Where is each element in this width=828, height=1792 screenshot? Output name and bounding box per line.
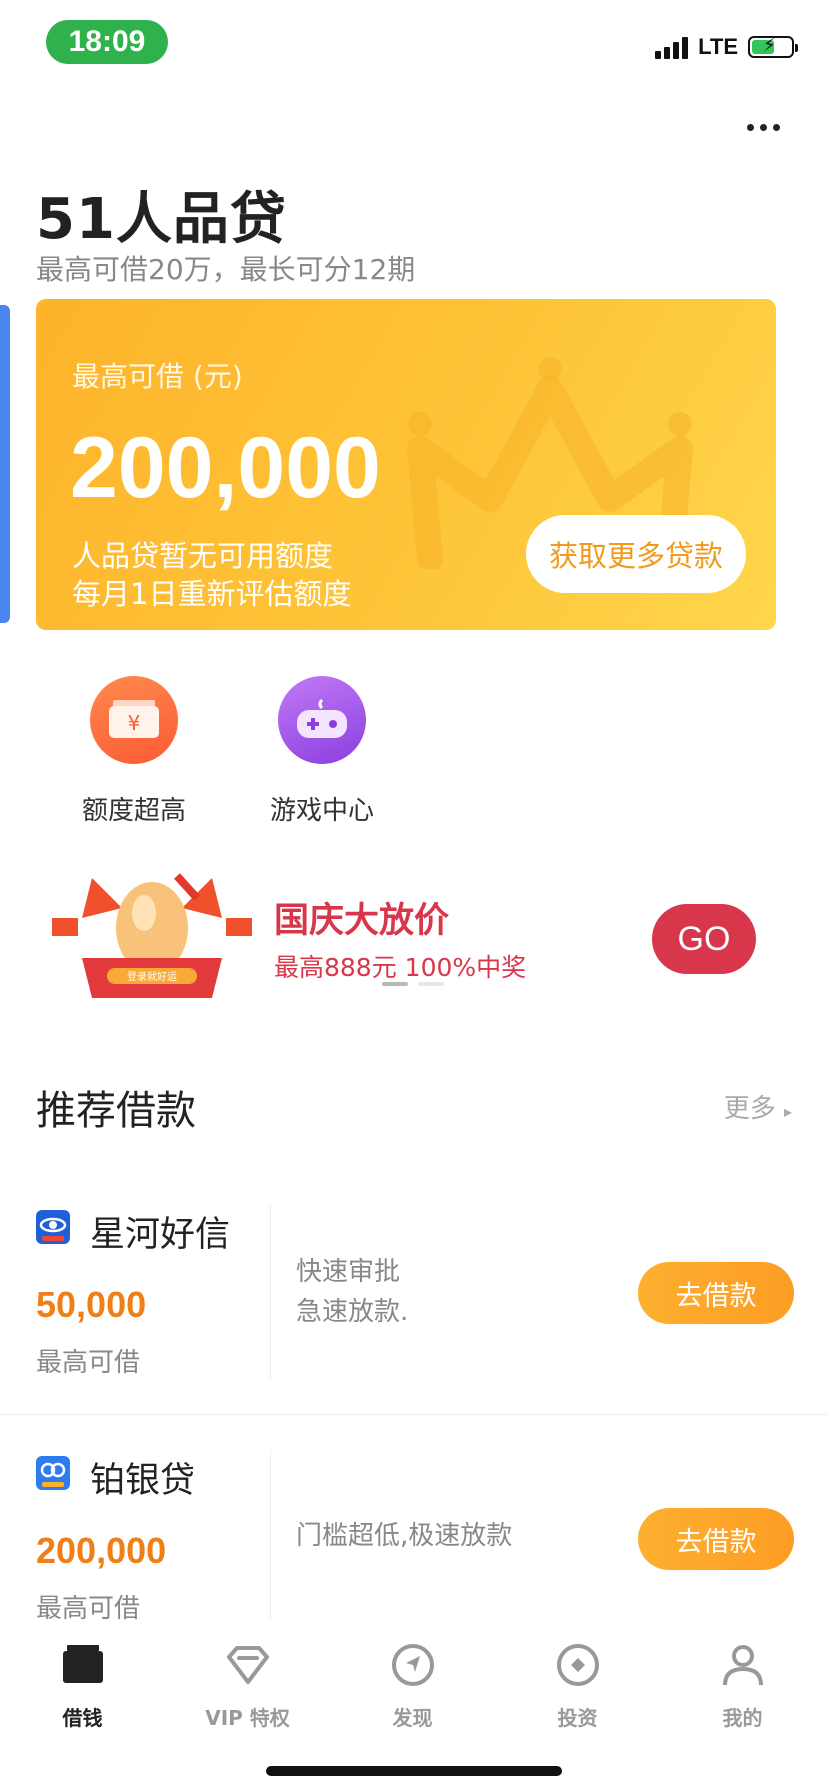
feature-label: 额度超高 [81, 796, 186, 826]
diamond-icon [165, 1640, 330, 1690]
tab-discover[interactable]: 发现 [330, 1640, 495, 1731]
loan-name: 星河好信 [90, 1215, 231, 1255]
loan-item[interactable]: 星河好信 50,000 最高可借 快速审批 急速放款. 去借款 [0, 1190, 828, 1408]
credit-limit-amount: 200,000 [70, 420, 381, 516]
loan-desc-line: 急速放款. [296, 1297, 409, 1327]
tab-label: 发现 [392, 1706, 433, 1730]
more-menu-icon[interactable] [747, 124, 780, 131]
loan-description: 快速审批 急速放款. [296, 1252, 408, 1332]
page-title: 51人品贷 [36, 187, 287, 252]
svg-text:¥: ¥ [128, 711, 141, 735]
promo-title: 国庆大放价 [274, 901, 450, 941]
cellular-signal-icon [655, 35, 689, 59]
borrow-button[interactable]: 去借款 [638, 1508, 794, 1570]
promo-go-button[interactable]: GO [652, 904, 756, 974]
credit-limit-label: 最高可借 (元) [72, 360, 243, 393]
side-edge-tab[interactable] [0, 305, 10, 623]
wallet-yen-icon: ¥ [90, 676, 178, 764]
network-type: LTE [698, 34, 738, 59]
tab-label: 投资 [557, 1706, 598, 1730]
battery-icon: ⚡ [748, 35, 798, 58]
loan-max-amount: 50,000 [36, 1284, 147, 1325]
xinghe-logo-icon [36, 1210, 70, 1244]
golden-egg-illustration: 登录就好运 [52, 868, 252, 1008]
boyin-logo-icon [36, 1456, 70, 1490]
loan-desc-line: 快速审批 [296, 1257, 401, 1287]
divider [270, 1204, 271, 1380]
section-title: 推荐借款 [36, 1088, 196, 1134]
tab-mine[interactable]: 我的 [660, 1640, 825, 1731]
more-link-label: 更多 [723, 1094, 776, 1124]
loan-item[interactable]: 铂银贷 200,000 最高可借 门槛超低,极速放款 去借款 [0, 1436, 828, 1624]
feature-label: 游戏中心 [269, 796, 374, 826]
tab-vip[interactable]: VIP 特权 [165, 1640, 330, 1731]
promo-subtitle: 最高888元 100%中奖 [274, 953, 527, 982]
feature-game-center[interactable]: 游戏中心 [232, 676, 412, 827]
credit-status-note: 人品贷暂无可用额度 [72, 539, 334, 573]
page-subtitle: 最高可借20万，最长可分12期 [36, 253, 416, 286]
divider [270, 1450, 271, 1620]
tab-label: 我的 [722, 1706, 763, 1730]
gamepad-icon [278, 676, 366, 764]
wallet-icon [0, 1640, 165, 1690]
borrow-button[interactable]: 去借款 [638, 1262, 794, 1324]
chevron-right-icon: ▸ [783, 1102, 792, 1121]
prize-label: 登录就好运 [127, 970, 177, 983]
home-indicator[interactable] [266, 1766, 562, 1776]
more-link[interactable]: 更多 ▸ [724, 1088, 792, 1125]
banner-page-indicator [382, 982, 444, 986]
user-icon [660, 1640, 825, 1690]
tab-label: VIP 特权 [205, 1706, 290, 1730]
tab-label: 借钱 [62, 1706, 103, 1730]
coin-icon [495, 1640, 660, 1690]
compass-icon [330, 1640, 495, 1690]
status-time: 18:09 [46, 20, 168, 64]
loan-desc-line: 门槛超低,极速放款 [296, 1521, 513, 1551]
loan-name: 铂银贷 [90, 1461, 196, 1501]
tab-borrow[interactable]: 借钱 [0, 1640, 165, 1731]
loan-amount-caption: 最高可借 [36, 1348, 141, 1378]
credit-review-note: 每月1日重新评估额度 [72, 577, 352, 611]
tab-invest[interactable]: 投资 [495, 1640, 660, 1731]
row-divider [0, 1414, 828, 1415]
status-indicators: LTE ⚡ [655, 34, 798, 60]
loan-max-amount: 200,000 [36, 1530, 167, 1571]
loan-description: 门槛超低,极速放款 [296, 1516, 512, 1556]
feature-high-limit[interactable]: ¥ 额度超高 [44, 676, 224, 827]
credit-limit-card: 最高可借 (元) 200,000 人品贷暂无可用额度 每月1日重新评估额度 获取… [36, 299, 776, 630]
get-more-loans-button[interactable]: 获取更多贷款 [526, 515, 746, 593]
